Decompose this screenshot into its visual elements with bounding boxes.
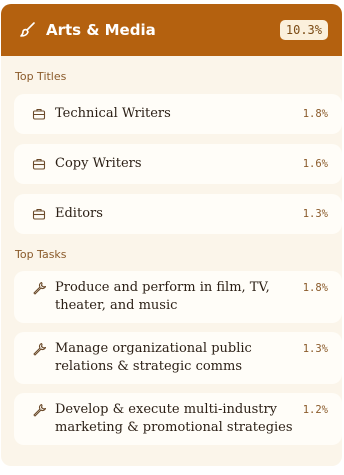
briefcase-icon <box>32 157 46 171</box>
briefcase-icon <box>32 207 46 221</box>
task-label: Develop & execute multi-industry marketi… <box>55 402 293 435</box>
title-row-technical-writers[interactable]: Technical Writers 1.8% <box>14 94 342 134</box>
task-row-public-relations[interactable]: Manage organizational public relations &… <box>14 332 342 384</box>
briefcase-icon <box>32 107 46 121</box>
wrench-icon <box>32 281 46 295</box>
top-tasks-label: Top Tasks <box>15 248 67 261</box>
title-percent: 1.3% <box>302 208 328 220</box>
wrench-icon <box>32 403 46 417</box>
title-row-copy-writers[interactable]: Copy Writers 1.6% <box>14 144 342 184</box>
wrench-icon <box>32 342 46 356</box>
task-percent: 1.2% <box>302 404 328 416</box>
title-percent: 1.8% <box>302 108 328 120</box>
task-percent: 1.3% <box>302 343 328 355</box>
category-percent-badge: 10.3% <box>279 20 328 40</box>
task-label: Manage organizational public relations &… <box>55 341 252 374</box>
task-label: Produce and perform in film, TV, theater… <box>55 280 270 313</box>
task-row-produce-perform[interactable]: Produce and perform in film, TV, theater… <box>14 271 342 323</box>
title-label: Technical Writers <box>55 106 171 121</box>
title-label: Editors <box>55 206 103 221</box>
top-titles-label: Top Titles <box>15 70 67 83</box>
task-percent: 1.8% <box>302 282 328 294</box>
task-row-marketing[interactable]: Develop & execute multi-industry marketi… <box>14 393 342 445</box>
title-percent: 1.6% <box>302 158 328 170</box>
category-title: Arts & Media <box>46 21 156 39</box>
category-header[interactable]: Arts & Media 10.3% <box>1 4 342 56</box>
title-row-editors[interactable]: Editors 1.3% <box>14 194 342 234</box>
brush-icon <box>19 21 37 39</box>
category-card: Arts & Media 10.3% Top Titles Technical … <box>1 4 342 466</box>
title-label: Copy Writers <box>55 156 142 171</box>
